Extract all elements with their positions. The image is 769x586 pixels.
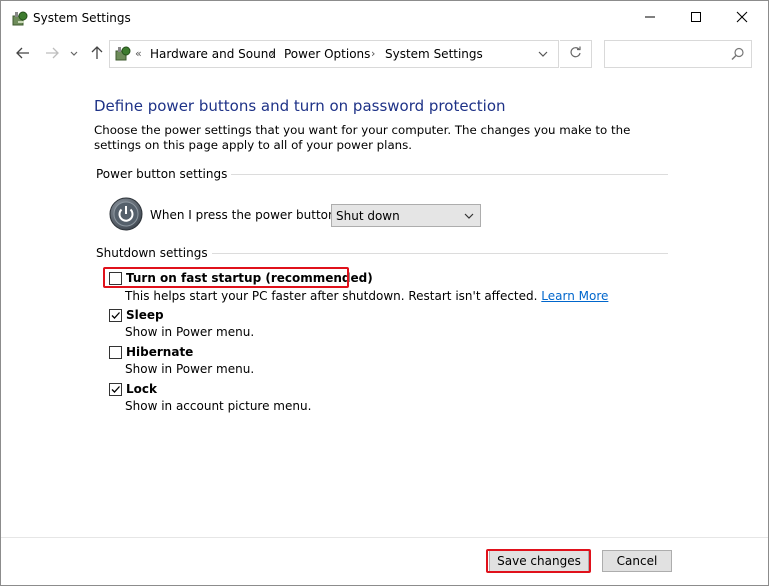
power-options-icon — [114, 45, 132, 63]
power-options-icon — [11, 10, 29, 28]
close-icon — [736, 11, 748, 26]
arrow-left-icon — [16, 46, 30, 63]
chevron-down-icon — [463, 210, 475, 222]
chevron-down-icon — [70, 47, 78, 61]
breadcrumb-hardware-and-sound[interactable]: Hardware and Sound — [150, 47, 276, 61]
refresh-button[interactable] — [560, 40, 592, 68]
fast-startup-desc-text: This helps start your PC faster after sh… — [125, 289, 538, 303]
power-button-action-value: Shut down — [336, 209, 400, 223]
breadcrumb-overflow[interactable]: « — [135, 47, 142, 60]
sleep-description: Show in Power menu. — [125, 325, 255, 339]
save-changes-highlight — [486, 549, 591, 573]
sleep-checkbox[interactable] — [109, 309, 122, 322]
title-bar: System Settings — [1, 1, 768, 35]
minimize-icon — [644, 11, 656, 26]
address-bar[interactable]: « Hardware and Sound › Power Options › S… — [109, 40, 559, 68]
recent-locations-button[interactable] — [67, 44, 81, 64]
minimize-button[interactable] — [627, 1, 673, 35]
system-settings-window: System Settings « Hardware and Sound › P… — [0, 0, 769, 586]
breadcrumb-system-settings[interactable]: System Settings — [385, 47, 483, 61]
search-box[interactable] — [604, 40, 752, 68]
refresh-icon — [569, 46, 582, 62]
power-button-action-select[interactable]: Shut down — [331, 204, 481, 227]
back-button[interactable] — [13, 44, 33, 64]
footer-divider — [1, 537, 768, 538]
navigation-bar: « Hardware and Sound › Power Options › S… — [1, 35, 768, 75]
maximize-icon — [690, 11, 702, 26]
close-button[interactable] — [719, 1, 765, 35]
power-button-settings-title: Power button settings — [96, 167, 232, 181]
lock-checkbox[interactable] — [109, 383, 122, 396]
hibernate-checkbox[interactable] — [109, 346, 122, 359]
breadcrumb-power-options[interactable]: Power Options — [284, 47, 370, 61]
fast-startup-description: This helps start your PC faster after sh… — [125, 289, 608, 303]
breadcrumb-separator[interactable]: › — [371, 47, 375, 60]
fast-startup-highlight — [103, 267, 349, 288]
window-title: System Settings — [33, 11, 131, 25]
arrow-right-icon — [45, 46, 59, 63]
page-heading: Define power buttons and turn on passwor… — [94, 97, 506, 115]
learn-more-link[interactable]: Learn More — [541, 289, 608, 303]
cancel-button[interactable]: Cancel — [602, 550, 672, 572]
maximize-button[interactable] — [673, 1, 719, 35]
lock-label[interactable]: Lock — [126, 382, 157, 396]
hibernate-description: Show in Power menu. — [125, 362, 255, 376]
forward-button[interactable] — [42, 44, 62, 64]
lock-description: Show in account picture menu. — [125, 399, 312, 413]
power-button-icon — [109, 197, 143, 231]
search-icon[interactable] — [731, 47, 745, 61]
power-button-label: When I press the power button: — [150, 208, 340, 222]
arrow-up-icon — [90, 45, 104, 63]
page-description: Choose the power settings that you want … — [94, 123, 631, 152]
breadcrumb-separator[interactable]: › — [270, 47, 274, 60]
sleep-label[interactable]: Sleep — [126, 308, 164, 322]
hibernate-label[interactable]: Hibernate — [126, 345, 193, 359]
address-dropdown-button[interactable] — [534, 47, 552, 61]
up-button[interactable] — [87, 44, 107, 64]
shutdown-settings-title: Shutdown settings — [96, 246, 212, 260]
